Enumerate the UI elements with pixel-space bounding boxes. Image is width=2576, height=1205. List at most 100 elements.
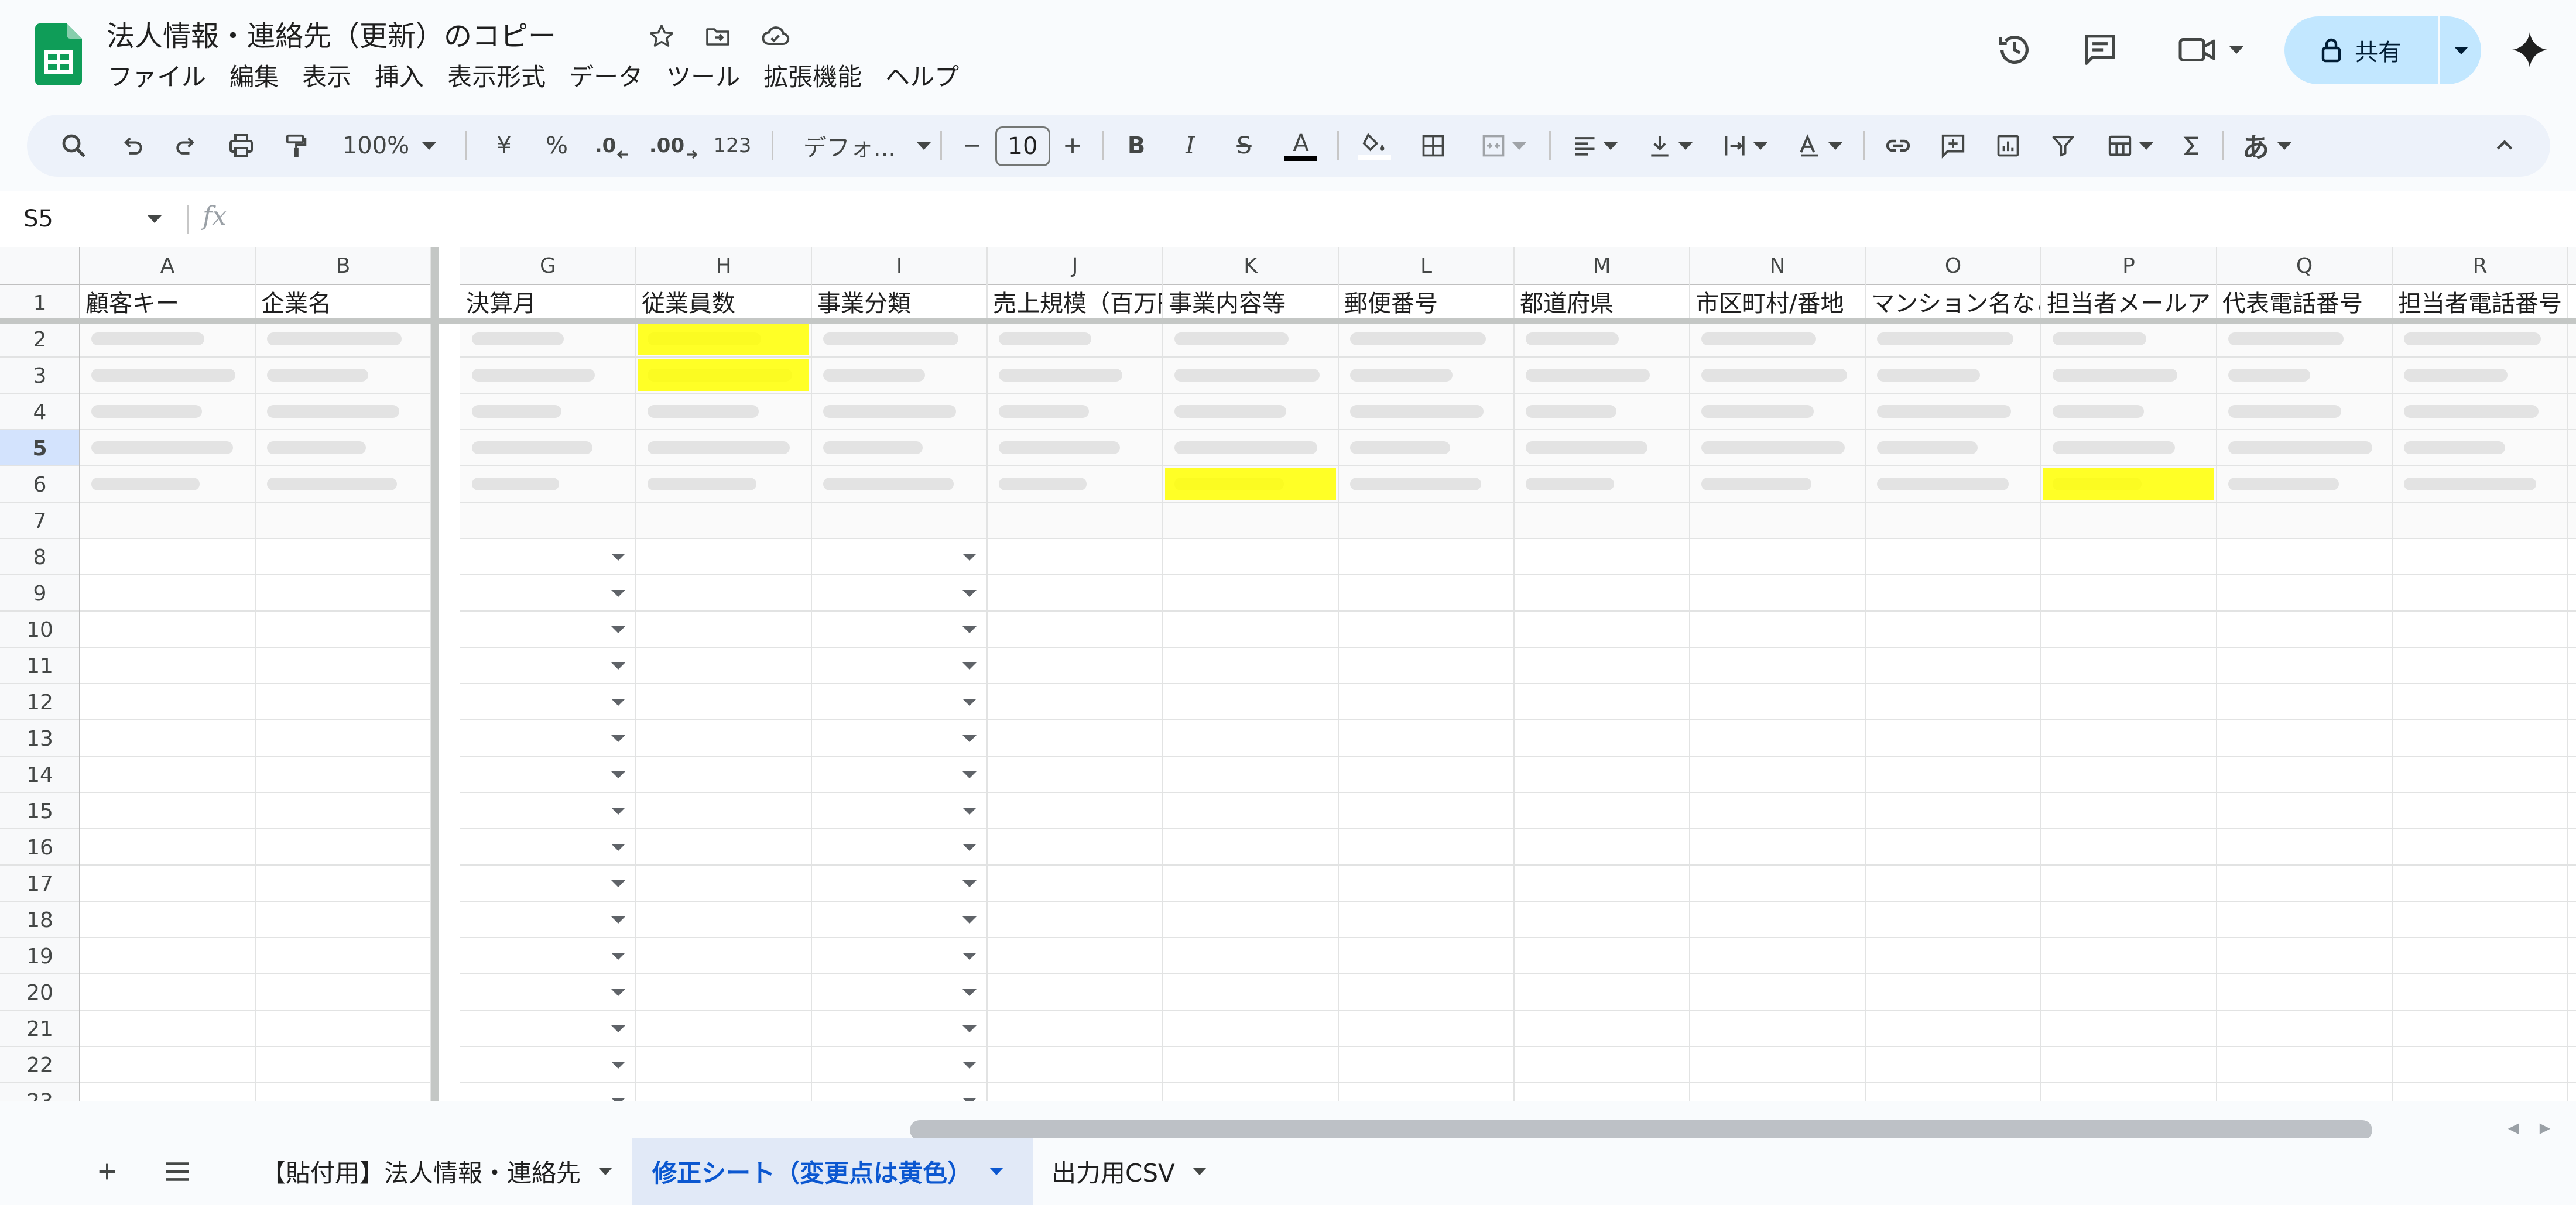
row-header-9[interactable]: 9 <box>33 582 47 606</box>
cell-dropdown-caret-icon[interactable] <box>962 662 977 670</box>
row-header-20[interactable]: 20 <box>26 981 53 1005</box>
formula-input[interactable] <box>246 191 2564 247</box>
row-header-4[interactable]: 4 <box>33 400 47 424</box>
row-header-11[interactable]: 11 <box>26 654 53 678</box>
version-history-button[interactable] <box>1988 23 2041 76</box>
sheets-logo-icon[interactable] <box>35 23 82 85</box>
spreadsheet-grid[interactable]: A B G H I J K L M N O P Q R 1 2 3 4 5 6 7 8 9 10 11 12 13 14 15 16 17 1… <box>0 247 2576 1101</box>
increase-font-size-button[interactable] <box>1055 122 1090 169</box>
scroll-left-button[interactable]: ◀ <box>2503 1118 2523 1138</box>
row-header-5[interactable]: 5 <box>32 437 47 461</box>
all-sheets-button[interactable] <box>156 1138 199 1205</box>
row-header-16[interactable]: 16 <box>26 836 53 860</box>
bold-button[interactable]: B <box>1116 122 1157 169</box>
header-cell[interactable]: 担当者電話番号 <box>2398 290 2562 317</box>
header-cell[interactable]: 市区町村/番地 <box>1695 290 1844 317</box>
merge-cells-button[interactable] <box>1468 122 1539 169</box>
cell-dropdown-caret-icon[interactable] <box>611 953 625 960</box>
cell-dropdown-caret-icon[interactable] <box>611 844 625 851</box>
comments-button[interactable] <box>2074 23 2126 76</box>
row-header-17[interactable]: 17 <box>26 872 53 896</box>
cell-dropdown-caret-icon[interactable] <box>962 880 977 887</box>
cell-dropdown-caret-icon[interactable] <box>611 699 625 706</box>
zoom-select[interactable]: 100% <box>334 122 445 169</box>
column-header-l[interactable]: L <box>1420 254 1432 278</box>
name-box[interactable]: S5 <box>0 191 176 247</box>
column-header-b[interactable]: B <box>336 254 351 278</box>
column-header-r[interactable]: R <box>2472 254 2487 278</box>
row-header-22[interactable]: 22 <box>26 1053 53 1077</box>
row-header-13[interactable]: 13 <box>26 727 53 751</box>
frozen-row-divider[interactable] <box>0 318 2576 324</box>
cell-dropdown-caret-icon[interactable] <box>611 808 625 815</box>
column-header-n[interactable]: N <box>1770 254 1786 278</box>
input-tools-button[interactable]: あ <box>2212 122 2300 169</box>
vertical-align-button[interactable] <box>1635 122 1705 169</box>
row-header-15[interactable]: 15 <box>26 799 53 823</box>
column-header-a[interactable]: A <box>160 254 175 278</box>
italic-button[interactable]: I <box>1170 122 1211 169</box>
cell-dropdown-caret-icon[interactable] <box>962 1025 977 1032</box>
text-wrapping-button[interactable] <box>1710 122 1780 169</box>
cell-grid[interactable]: A B G H I J K L M N O P Q R12345678910111213141516171… <box>0 247 2576 1101</box>
column-header-g[interactable]: G <box>540 254 556 278</box>
cell-dropdown-caret-icon[interactable] <box>611 989 625 996</box>
column-header-q[interactable]: Q <box>2296 254 2313 278</box>
row-header-23[interactable]: 23 <box>26 1090 53 1101</box>
menu-edit[interactable]: 編集 <box>218 59 290 96</box>
header-cell[interactable]: 企業名 <box>261 290 331 317</box>
column-header-k[interactable]: K <box>1244 254 1258 278</box>
row-header-14[interactable]: 14 <box>26 763 53 787</box>
cell-dropdown-caret-icon[interactable] <box>962 989 977 996</box>
header-cell[interactable]: 代表電話番号 <box>2222 290 2363 317</box>
menu-view[interactable]: 表示 <box>290 59 363 96</box>
cell-dropdown-caret-icon[interactable] <box>611 1025 625 1032</box>
column-header-h[interactable]: H <box>715 254 731 278</box>
menu-format[interactable]: 表示形式 <box>436 59 557 96</box>
horizontal-align-button[interactable] <box>1560 122 1630 169</box>
cell-dropdown-caret-icon[interactable] <box>611 590 625 597</box>
header-cell[interactable]: 郵便番号 <box>1344 290 1438 317</box>
cell-dropdown-caret-icon[interactable] <box>962 590 977 597</box>
increase-decimal-button[interactable]: .00 <box>648 122 700 169</box>
gemini-button[interactable] <box>2503 23 2556 76</box>
add-sheet-button[interactable] <box>88 1138 126 1205</box>
cell-dropdown-caret-icon[interactable] <box>611 771 625 778</box>
menu-help[interactable]: ヘルプ <box>873 59 971 96</box>
insert-chart-button[interactable] <box>1985 122 2032 169</box>
menu-file[interactable]: ファイル <box>96 59 218 96</box>
paint-format-button[interactable] <box>273 122 320 169</box>
more-formats-button[interactable]: 123 <box>706 122 759 169</box>
filter-views-button[interactable] <box>2095 122 2165 169</box>
borders-button[interactable] <box>1410 122 1457 169</box>
cell-dropdown-caret-icon[interactable] <box>611 626 625 633</box>
row-header-7[interactable]: 7 <box>33 509 47 533</box>
menu-tools[interactable]: ツール <box>655 59 752 96</box>
collapse-menus-button[interactable] <box>2481 122 2528 169</box>
font-select[interactable]: デフォ... <box>782 122 952 169</box>
frozen-column-divider[interactable] <box>431 247 439 1101</box>
cell-dropdown-caret-icon[interactable] <box>611 735 625 742</box>
functions-button[interactable] <box>2169 122 2215 169</box>
column-header-p[interactable]: P <box>2122 254 2135 278</box>
row-header-21[interactable]: 21 <box>26 1017 53 1041</box>
cloud-saved-icon[interactable] <box>759 20 792 53</box>
currency-format-button[interactable]: ¥ <box>484 122 525 169</box>
undo-button[interactable] <box>109 122 156 169</box>
search-menus-button[interactable] <box>50 122 97 169</box>
decrease-decimal-button[interactable]: .0 <box>589 122 636 169</box>
menu-data[interactable]: データ <box>557 59 655 96</box>
cell-dropdown-caret-icon[interactable] <box>611 880 625 887</box>
fill-color-button[interactable] <box>1351 122 1398 169</box>
cell-dropdown-caret-icon[interactable] <box>962 953 977 960</box>
insert-comment-button[interactable] <box>1930 122 1976 169</box>
row-header-18[interactable]: 18 <box>26 908 53 932</box>
header-cell[interactable]: 従業員数 <box>642 290 735 317</box>
decrease-font-size-button[interactable] <box>954 122 989 169</box>
cell-dropdown-caret-icon[interactable] <box>611 662 625 670</box>
create-filter-button[interactable] <box>2040 122 2087 169</box>
row-header-3[interactable]: 3 <box>33 364 47 388</box>
percent-format-button[interactable]: % <box>536 122 577 169</box>
cell-dropdown-caret-icon[interactable] <box>962 735 977 742</box>
column-header-o[interactable]: O <box>1945 254 1961 278</box>
